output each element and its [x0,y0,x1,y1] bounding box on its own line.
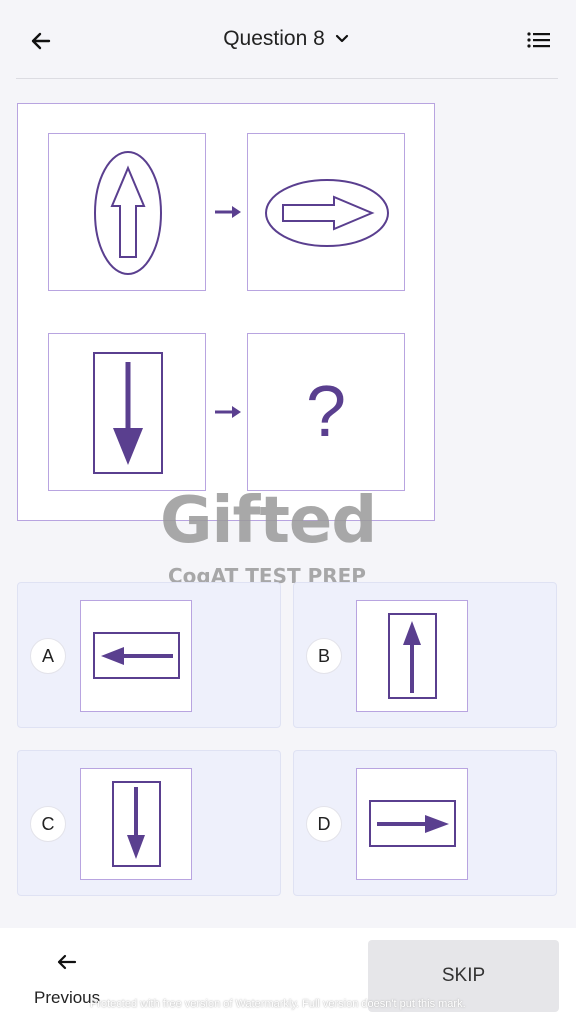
back-button[interactable] [24,24,58,58]
analogy-puzzle: ? [17,103,435,521]
option-letter-badge: C [30,806,66,842]
arrow-left-icon [31,32,51,50]
puzzle-cell-result-1 [247,133,405,291]
watermark-protection-note: Protected with free version of Watermark… [90,998,466,1010]
top-bar: Question 8 [0,0,576,78]
question-mark: ? [305,372,347,452]
arrow-left-icon [57,954,77,970]
answer-option-d[interactable]: D [293,750,557,896]
chevron-down-icon [335,34,348,43]
transform-arrow-icon [215,406,241,418]
rectangle-down-arrow-figure [93,352,163,474]
question-selector[interactable]: Question 8 [200,22,376,56]
page-title: Question 8 [223,27,325,50]
puzzle-cell-source-2 [48,333,206,491]
rectangle-up-arrow-figure [388,613,437,699]
list-icon [527,32,550,48]
option-letter-badge: D [306,806,342,842]
puzzle-cell-unknown: ? [247,333,405,491]
rectangle-down-arrow-figure [112,781,161,867]
answer-option-b[interactable]: B [293,582,557,728]
option-a-figure [80,600,192,712]
option-letter-badge: A [30,638,66,674]
transform-arrow-icon [215,206,241,218]
option-b-figure [356,600,468,712]
header-divider [16,78,558,79]
rectangle-right-arrow-figure [369,800,456,847]
question-list-button[interactable] [524,26,554,54]
answer-option-a[interactable]: A [17,582,281,728]
option-c-figure [80,768,192,880]
answer-option-c[interactable]: C [17,750,281,896]
option-letter-badge: B [306,638,342,674]
puzzle-cell-source-1 [48,133,206,291]
rectangle-left-arrow-figure [93,632,180,679]
option-d-figure [356,768,468,880]
vertical-ellipse-up-arrow-figure [94,151,162,275]
horizontal-ellipse-right-arrow-figure [265,179,389,247]
